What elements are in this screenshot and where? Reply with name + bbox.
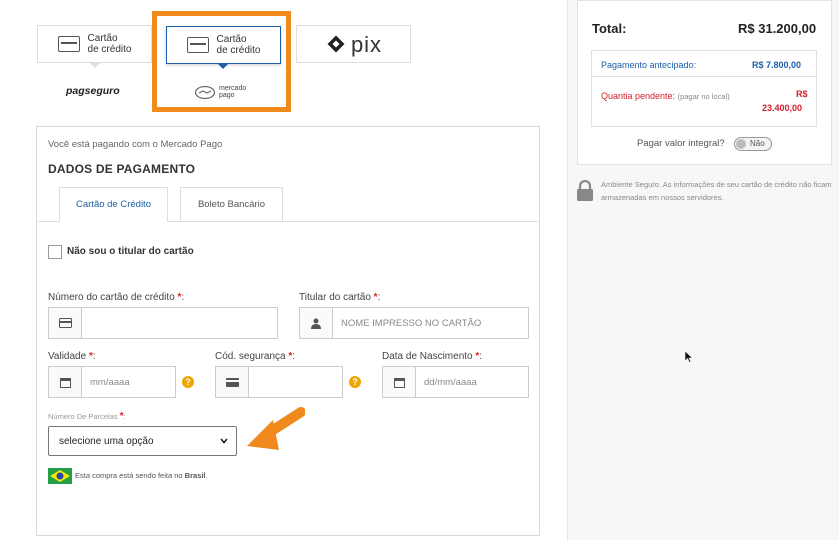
mouse-cursor-icon [685, 351, 693, 363]
tab-boleto[interactable]: Boleto Bancário [180, 187, 283, 222]
country-note: Esta compra está sendo feita no Brasil. [75, 471, 208, 480]
holder-label: Titular do cartão *: [299, 292, 380, 303]
cvv-label: Cód. segurança *: [215, 351, 295, 362]
credit-card-icon [57, 36, 80, 52]
cvv-label-text: Cód. segurança [215, 351, 286, 362]
card-notch [90, 63, 100, 68]
highlight-annotation-box [152, 11, 291, 112]
tab-credit-card[interactable]: Cartão de Crédito [59, 187, 168, 222]
pay-full-label: Pagar valor integral? [637, 138, 725, 149]
total-value: R$ 31.200,00 [738, 21, 817, 36]
expiry-input-group: mm/aaaa [48, 366, 176, 398]
payment-method-credit-card[interactable]: Cartão de crédito [37, 25, 152, 63]
label-colon: : [181, 292, 185, 303]
total-label: Total: [592, 21, 627, 36]
calendar-addon [383, 367, 416, 397]
birth-input[interactable]: dd/mm/aaaa [416, 367, 528, 397]
payment-method-label: Cartão de crédito [87, 33, 132, 55]
expiry-label: Validade *: [48, 351, 96, 362]
lock-icon [577, 180, 593, 201]
holder-input[interactable]: NOME IMPRESSO NO CARTÃO [333, 308, 528, 338]
not-holder-checkbox[interactable] [48, 245, 62, 259]
label-colon: : [123, 412, 126, 421]
holder-input-group: NOME IMPRESSO NO CARTÃO [299, 307, 529, 339]
calendar-addon [49, 367, 82, 397]
credit-card-back-icon [225, 377, 239, 387]
tab-label: Boleto Bancário [197, 199, 266, 210]
label-colon: : [92, 351, 96, 362]
holder-label-text: Titular do cartão [299, 292, 371, 303]
pix-label: pix [350, 31, 383, 57]
calendar-icon [393, 377, 405, 388]
installments-select[interactable]: selecione uma opção [48, 426, 237, 456]
label-colon: : [479, 351, 483, 362]
toggle-knob [736, 139, 746, 149]
pending-value: 23.400,00 [762, 103, 803, 113]
not-holder-label: Não sou o titular do cartão [67, 246, 194, 257]
credit-card-icon [58, 318, 72, 328]
advance-value: R$ 7.800,00 [752, 60, 802, 70]
birth-label-text: Data de Nascimento [382, 351, 473, 362]
pay-full-toggle[interactable]: Não [734, 137, 772, 151]
cvv-input[interactable] [249, 367, 342, 397]
payment-method-pix[interactable]: pix [296, 25, 411, 63]
card-number-input[interactable] [82, 308, 277, 338]
installments-selected-value: selecione uma opção [59, 435, 154, 447]
birth-label: Data de Nascimento *: [382, 351, 482, 362]
expiry-help-icon[interactable]: ? [182, 376, 194, 388]
pix-icon [327, 35, 345, 53]
pending-note: (pagar no local) [677, 92, 730, 101]
payment-provider-info: Você está pagando com o Mercado Pago [48, 139, 223, 150]
cvv-help-icon[interactable]: ? [349, 376, 361, 388]
calendar-icon [59, 377, 71, 388]
country-note-text: Esta compra está sendo feita no [75, 471, 185, 480]
card-number-label: Número do cartão de crédito *: [48, 292, 184, 303]
payment-data-title: DADOS DE PAGAMENTO [48, 162, 196, 176]
tab-label: Cartão de Crédito [76, 199, 151, 210]
toggle-text: Não [750, 139, 765, 148]
advance-label: Pagamento antecipado: [601, 60, 697, 70]
user-icon [311, 318, 321, 329]
expiry-input[interactable]: mm/aaaa [82, 367, 175, 397]
pending-label-block: Quantia pendente: (pagar no local) [601, 89, 731, 104]
expiry-label-text: Validade [48, 351, 87, 362]
label-colon: : [292, 351, 296, 362]
arrow-annotation-icon [247, 407, 305, 450]
installments-label-text: Número De Parcelas [48, 412, 118, 421]
secure-environment-text: Ambiente Seguro. As informações de seu c… [601, 180, 832, 202]
cvv-input-group [215, 366, 343, 398]
pagseguro-logo-text: pagseguro [66, 85, 120, 97]
pagseguro-logo[interactable]: pagseguro [66, 85, 120, 97]
country-name: Brasil [184, 471, 206, 480]
cvv-addon [216, 367, 249, 397]
card-number-label-text: Número do cartão de crédito [48, 292, 175, 303]
card-number-input-group [48, 307, 278, 339]
card-addon [49, 308, 82, 338]
chevron-down-icon [220, 438, 228, 444]
birth-input-group: dd/mm/aaaa [382, 366, 529, 398]
brazil-flag-icon [48, 468, 72, 484]
breakdown-divider [591, 76, 817, 77]
label-colon: : [377, 292, 381, 303]
pending-currency: R$ [796, 89, 808, 99]
pending-label: Quantia pendente: [601, 91, 676, 101]
installments-label: Número De Parcelas *: [48, 411, 126, 422]
user-addon [300, 308, 333, 338]
